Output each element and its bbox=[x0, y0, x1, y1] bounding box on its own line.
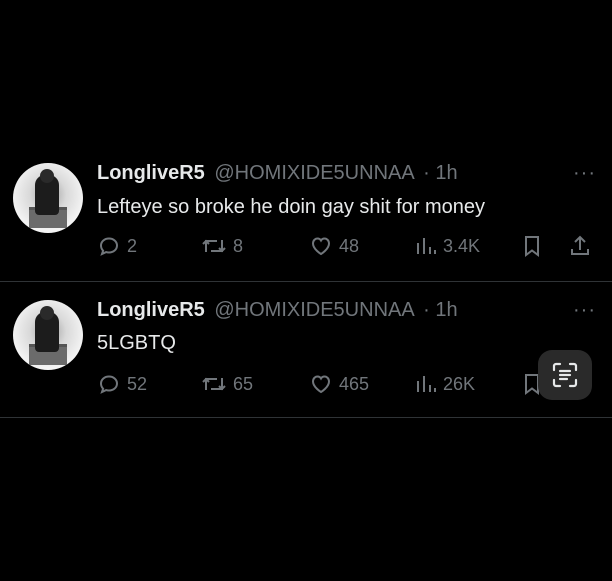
tweet-header: LongliveR5 @HOMIXIDE5UNNAA · 1h bbox=[97, 299, 458, 322]
reply-icon bbox=[99, 237, 119, 256]
avatar[interactable] bbox=[13, 300, 83, 370]
display-name[interactable]: LongliveR5 bbox=[97, 299, 205, 321]
tweet-2[interactable]: LongliveR5 @HOMIXIDE5UNNAA · 1h ··· 5LGB… bbox=[0, 284, 612, 416]
reply-icon bbox=[99, 375, 119, 394]
tweet-header: LongliveR5 @HOMIXIDE5UNNAA · 1h bbox=[97, 162, 458, 185]
like-icon bbox=[311, 237, 331, 256]
tweet-text: 5LGBTQ bbox=[97, 332, 176, 354]
repost-button[interactable]: 8 bbox=[201, 234, 243, 258]
tweet-divider bbox=[0, 281, 612, 282]
repost-count: 65 bbox=[233, 373, 254, 394]
reply-button[interactable]: 2 bbox=[97, 234, 137, 258]
repost-icon bbox=[202, 377, 226, 391]
share-button[interactable] bbox=[568, 234, 592, 258]
repost-icon bbox=[202, 239, 226, 253]
avatar[interactable] bbox=[13, 163, 83, 233]
like-button[interactable]: 465 bbox=[309, 372, 369, 396]
tweet-1[interactable]: LongliveR5 @HOMIXIDE5UNNAA · 1h ··· Left… bbox=[0, 148, 612, 279]
display-name[interactable]: LongliveR5 bbox=[97, 162, 205, 184]
repost-button[interactable]: 65 bbox=[201, 372, 253, 396]
more-options-button[interactable]: ··· bbox=[573, 299, 596, 322]
reply-count: 52 bbox=[127, 373, 148, 394]
tweet-divider bbox=[0, 417, 612, 418]
like-count: 465 bbox=[339, 373, 370, 394]
views-button[interactable]: 26K bbox=[415, 372, 475, 396]
reply-count: 2 bbox=[127, 235, 138, 256]
reply-button[interactable]: 52 bbox=[97, 372, 147, 396]
like-count: 48 bbox=[339, 235, 360, 256]
timestamp[interactable]: · 1h bbox=[423, 299, 457, 321]
like-button[interactable]: 48 bbox=[309, 234, 359, 258]
views-count: 26K bbox=[443, 373, 476, 394]
views-count: 3.4K bbox=[443, 235, 481, 256]
scan-text-icon bbox=[552, 362, 578, 388]
views-icon bbox=[417, 376, 436, 392]
scan-text-button[interactable] bbox=[538, 350, 592, 400]
views-button[interactable]: 3.4K bbox=[415, 234, 480, 258]
more-options-button[interactable]: ··· bbox=[573, 162, 596, 185]
tweet-text: Lefteye so broke he doin gay shit for mo… bbox=[97, 196, 486, 218]
user-handle[interactable]: @HOMIXIDE5UNNAA bbox=[214, 299, 413, 321]
user-handle[interactable]: @HOMIXIDE5UNNAA bbox=[214, 162, 413, 184]
share-icon bbox=[571, 235, 589, 255]
bookmark-button[interactable] bbox=[521, 234, 543, 258]
like-icon bbox=[311, 375, 331, 394]
views-icon bbox=[417, 238, 436, 254]
timestamp[interactable]: · 1h bbox=[423, 162, 457, 184]
repost-count: 8 bbox=[233, 235, 244, 256]
bookmark-icon bbox=[525, 236, 539, 257]
